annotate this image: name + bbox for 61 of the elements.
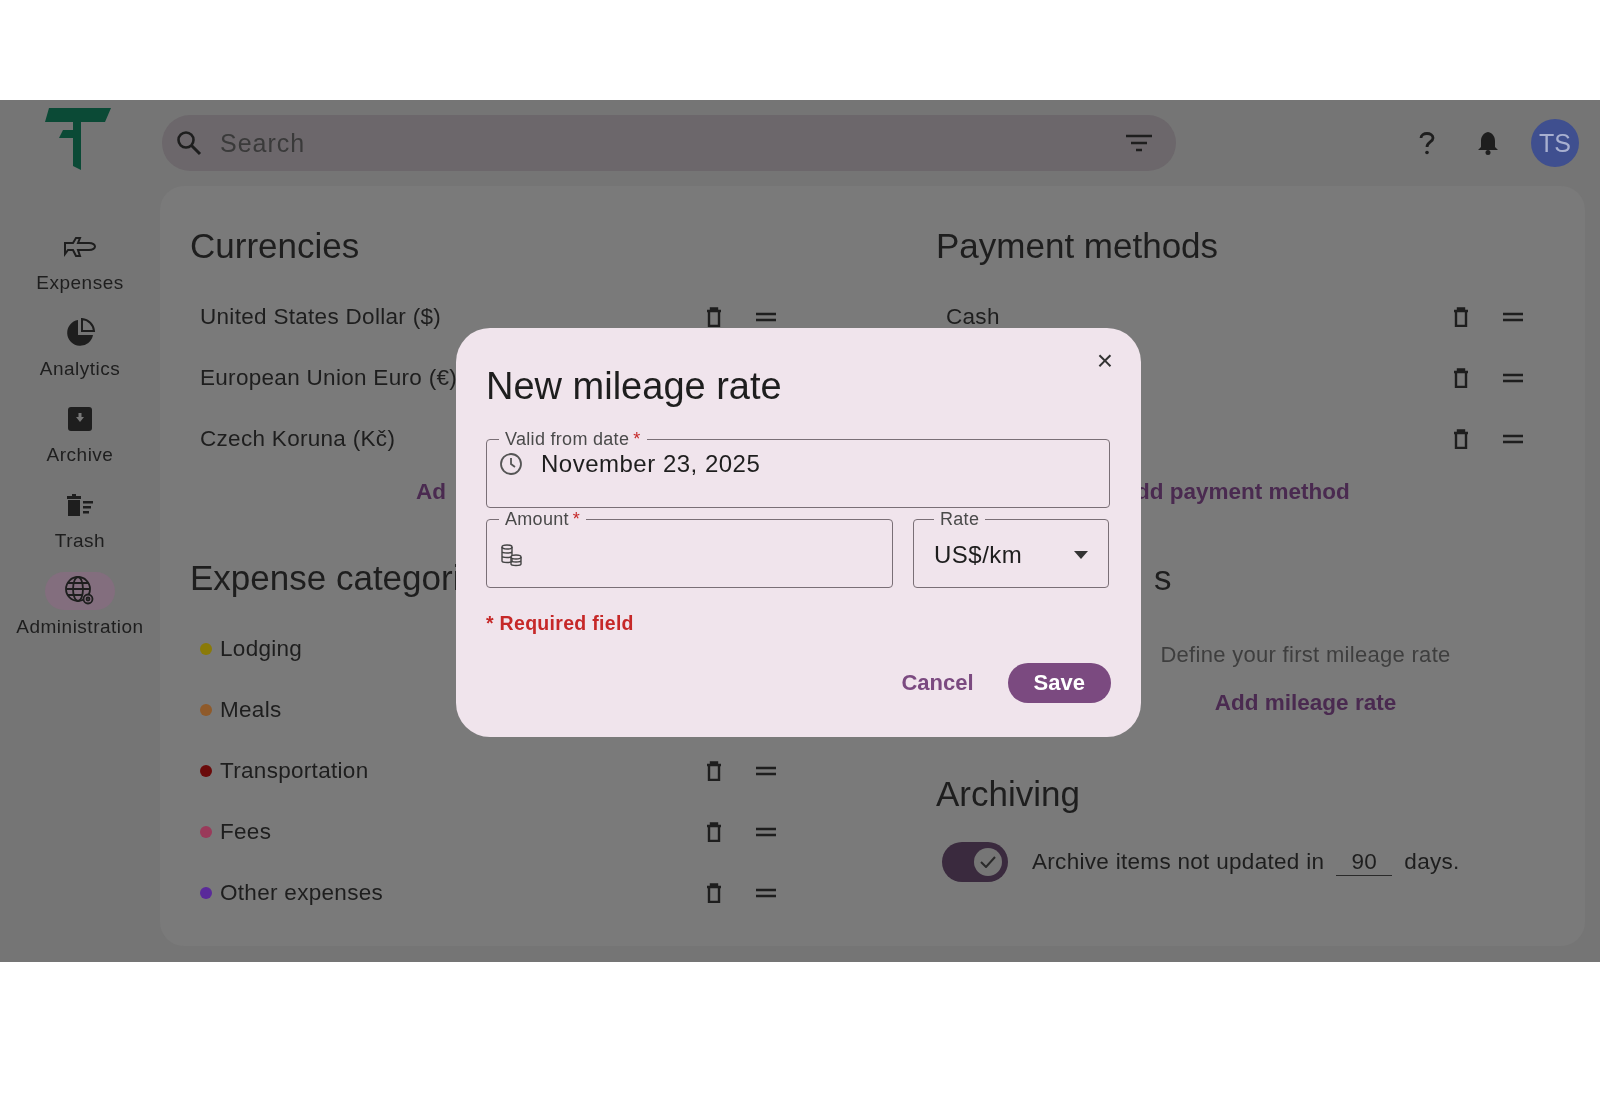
category-name: Lodging bbox=[220, 635, 303, 662]
drag-handle[interactable] bbox=[1503, 433, 1523, 444]
currency-name: United States Dollar ($) bbox=[200, 303, 442, 330]
nav-item[interactable]: Analytics bbox=[39, 314, 121, 390]
drag-handle[interactable] bbox=[756, 826, 776, 837]
section-title: Expense categori bbox=[190, 558, 461, 598]
add-currency-link[interactable]: Ad bbox=[416, 479, 446, 505]
drag-handle[interactable] bbox=[756, 765, 776, 776]
add-mileage-rate-link[interactable]: Add mileage rate bbox=[1214, 690, 1397, 716]
section-title: Archiving bbox=[936, 774, 1080, 814]
nav-item[interactable]: Archive bbox=[45, 400, 115, 476]
category-name: Transportation bbox=[220, 757, 369, 784]
globe-gear-icon bbox=[64, 575, 96, 607]
nav-item[interactable]: Expenses bbox=[36, 228, 124, 304]
pie-chart-icon bbox=[64, 317, 96, 349]
nav-item[interactable]: Trash bbox=[45, 486, 115, 562]
days-input[interactable]: 90 bbox=[1336, 848, 1393, 876]
save-button[interactable]: Save bbox=[1007, 663, 1111, 703]
category-name: Other expenses bbox=[220, 879, 384, 906]
date-value: November 23, 2025 bbox=[541, 450, 761, 478]
delete-button[interactable] bbox=[706, 821, 722, 842]
section-title: s bbox=[1154, 558, 1172, 597]
delete-button[interactable] bbox=[1453, 306, 1469, 327]
check-icon bbox=[980, 856, 996, 868]
delete-button[interactable] bbox=[706, 306, 722, 327]
caret-icon bbox=[1074, 550, 1088, 559]
drag-handle[interactable] bbox=[756, 887, 776, 898]
help-icon[interactable] bbox=[1419, 131, 1435, 155]
section-title: Payment methods bbox=[936, 226, 1219, 266]
required-field-note: * Required field bbox=[486, 612, 634, 635]
archive-toggle[interactable] bbox=[942, 842, 1008, 882]
cancel-button[interactable]: Cancel bbox=[891, 663, 984, 703]
coins-icon bbox=[499, 542, 523, 567]
category-name: Meals bbox=[220, 696, 282, 723]
nav-item[interactable]: Administration bbox=[16, 572, 144, 648]
clock-icon bbox=[499, 452, 523, 476]
drag-handle[interactable] bbox=[756, 311, 776, 322]
close-button[interactable]: × bbox=[1092, 346, 1117, 376]
filter-icon[interactable] bbox=[1126, 134, 1152, 152]
drag-handle[interactable] bbox=[1503, 311, 1523, 322]
archive-box-icon bbox=[67, 406, 93, 432]
user-avatar[interactable]: TS bbox=[1531, 119, 1579, 167]
delete-button[interactable] bbox=[1453, 367, 1469, 388]
notification-bell-icon[interactable] bbox=[1477, 131, 1499, 155]
drag-handle[interactable] bbox=[1503, 372, 1523, 383]
archive-text: Archive items not updated in bbox=[1032, 849, 1325, 875]
currency-name: European Union Euro (€) bbox=[200, 364, 458, 391]
payment-method-name: Cash bbox=[946, 303, 1000, 330]
delete-button[interactable] bbox=[706, 882, 722, 903]
empty-state-text: Define your first mileage rate bbox=[1160, 642, 1451, 668]
dialog-title: New mileage rate bbox=[486, 364, 782, 408]
category-name: Fees bbox=[220, 818, 272, 845]
delete-button[interactable] bbox=[706, 760, 722, 781]
app-logo-icon bbox=[45, 108, 113, 170]
currency-name: Czech Koruna (Kč) bbox=[200, 425, 396, 452]
search-icon bbox=[176, 130, 202, 156]
delete-button[interactable] bbox=[1453, 428, 1469, 449]
trash-list-icon bbox=[66, 493, 94, 517]
section-title: Currencies bbox=[190, 226, 360, 266]
airplane-icon bbox=[63, 235, 97, 259]
archive-text: days. bbox=[1404, 849, 1460, 875]
